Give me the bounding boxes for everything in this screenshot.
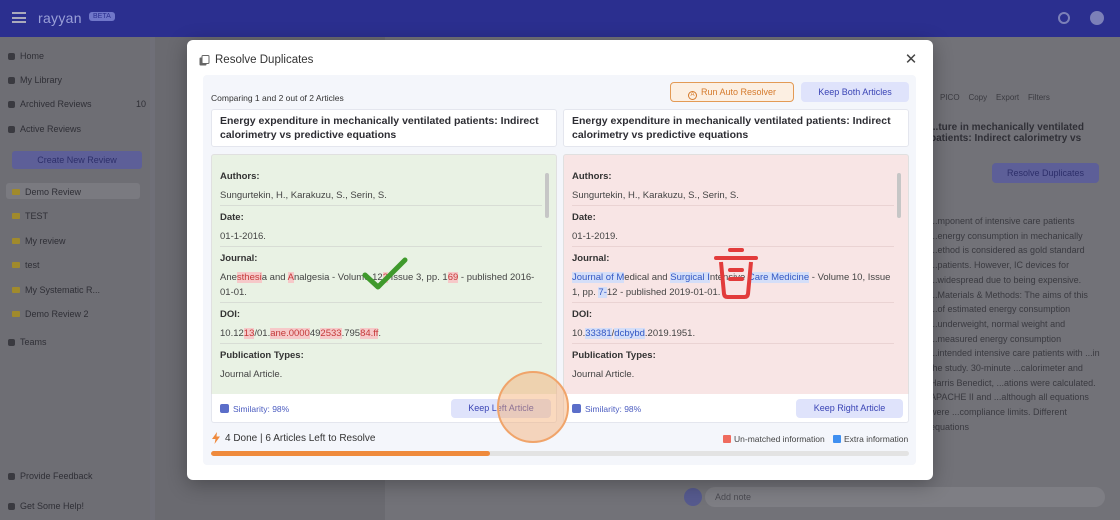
publication-types-field: Publication Types: Journal Article. xyxy=(220,350,304,380)
sidebar-item-feedback[interactable]: Provide Feedback xyxy=(8,471,93,481)
archive-icon xyxy=(8,101,15,108)
legend-extra: Extra information xyxy=(833,434,908,444)
menu-icon[interactable] xyxy=(12,12,26,23)
ai-icon: A xyxy=(687,91,697,100)
sidebar: Home My Library Archived Reviews 10 Activ… xyxy=(0,37,150,520)
check-icon xyxy=(362,257,408,290)
sidebar-item-active[interactable]: Active Reviews xyxy=(8,124,81,134)
duplicate-icon xyxy=(199,55,210,66)
library-icon xyxy=(8,77,15,84)
sidebar-item-help[interactable]: Get Some Help! xyxy=(8,501,84,511)
authors-field: Authors: Sungurtekin, H., Karakuzu, S., … xyxy=(572,171,739,201)
copy-button[interactable]: Copy xyxy=(968,93,987,102)
divider xyxy=(220,343,542,344)
similarity-score: Similarity: 98% xyxy=(585,404,642,414)
sidebar-item-teams[interactable]: Teams xyxy=(8,337,47,347)
folder-icon xyxy=(12,238,20,244)
right-article-title: Energy expenditure in mechanically venti… xyxy=(563,109,909,147)
folder-icon xyxy=(12,189,20,195)
filters-button[interactable]: Filters xyxy=(1028,93,1050,102)
progress-row: 4 Done | 6 Articles Left to Resolve Un-m… xyxy=(211,431,911,447)
gear-icon[interactable] xyxy=(1058,12,1070,24)
sidebar-item-home[interactable]: Home xyxy=(8,51,44,61)
sidebar-item-library[interactable]: My Library xyxy=(8,75,62,85)
doi-field: DOI: 10.1213/01.ane.0000492533.79584.ff. xyxy=(220,309,382,339)
similarity-icon xyxy=(220,404,229,413)
beta-badge: BETA xyxy=(89,12,115,21)
folder-icon xyxy=(12,262,20,268)
sidebar-review-item[interactable]: TEST xyxy=(12,211,48,221)
folder-icon xyxy=(12,213,20,219)
date-field: Date: 01-1-2016. xyxy=(220,212,266,242)
divider xyxy=(220,205,542,206)
scrollbar[interactable] xyxy=(897,173,901,218)
modal-header: Resolve Duplicates ✕ xyxy=(187,40,933,80)
authors-field: Authors: Sungurtekin, H., Karakuzu, S., … xyxy=(220,171,387,201)
legend-unmatched: Un-matched information xyxy=(723,434,825,444)
right-article-footer: Similarity: 98% Keep Right Article xyxy=(563,394,909,423)
home-icon xyxy=(8,53,15,60)
sidebar-item-archived[interactable]: Archived Reviews 10 xyxy=(8,99,146,109)
top-bar: rayyan BETA xyxy=(0,0,1120,37)
divider xyxy=(220,246,542,247)
publication-types-field: Publication Types: Journal Article. xyxy=(572,350,656,380)
divider xyxy=(220,302,542,303)
lightning-icon xyxy=(212,432,220,444)
progress-bar xyxy=(211,451,909,456)
feedback-icon xyxy=(8,473,15,480)
note-input[interactable]: Add note xyxy=(705,487,1105,507)
article-title: ...ture in mechanically ventilated patie… xyxy=(930,122,1084,144)
sidebar-review-item[interactable]: Demo Review xyxy=(12,187,81,197)
close-icon[interactable]: ✕ xyxy=(903,52,919,68)
progress-bar-fill xyxy=(211,451,491,456)
click-indicator xyxy=(497,371,569,443)
divider xyxy=(572,302,894,303)
export-button[interactable]: Export xyxy=(996,93,1019,102)
sidebar-review-item[interactable]: test xyxy=(12,260,40,270)
scrollbar[interactable] xyxy=(545,173,549,218)
toolbar: PICO Copy Export Filters xyxy=(940,93,1050,102)
similarity-icon xyxy=(572,404,581,413)
user-avatar[interactable] xyxy=(1090,11,1104,25)
keep-both-button[interactable]: Keep Both Articles xyxy=(801,82,909,102)
pico-button[interactable]: PICO xyxy=(940,93,960,102)
progress-status: 4 Done | 6 Articles Left to Resolve xyxy=(225,433,376,444)
teams-icon xyxy=(8,339,15,346)
create-review-button[interactable]: Create New Review xyxy=(12,151,142,169)
folder-icon xyxy=(8,126,15,133)
abstract-text: ...mponent of intensive care patients ..… xyxy=(930,216,1100,432)
avatar xyxy=(684,488,702,506)
divider xyxy=(572,205,894,206)
modal-title: Resolve Duplicates xyxy=(215,54,314,66)
comparing-status: Comparing 1 and 2 out of 2 Articles xyxy=(211,93,344,103)
sidebar-review-item[interactable]: Demo Review 2 xyxy=(12,309,89,319)
folder-icon xyxy=(12,287,20,293)
unmatched-swatch xyxy=(723,435,731,443)
resolve-duplicates-button[interactable]: Resolve Duplicates xyxy=(992,163,1099,183)
trash-icon xyxy=(714,248,758,299)
app-logo: rayyan xyxy=(38,10,82,26)
extra-swatch xyxy=(833,435,841,443)
left-article-title: Energy expenditure in mechanically venti… xyxy=(211,109,557,147)
doi-field: DOI: 10.33381/dcbybd.2019.1951. xyxy=(572,309,696,339)
sidebar-review-item[interactable]: My review xyxy=(12,236,66,246)
sidebar-review-item[interactable]: My Systematic R... xyxy=(12,285,100,295)
keep-right-button[interactable]: Keep Right Article xyxy=(796,399,903,418)
date-field: Date: 01-1-2019. xyxy=(572,212,618,242)
help-icon xyxy=(8,503,15,510)
folder-icon xyxy=(12,311,20,317)
run-auto-resolver-button[interactable]: A Run Auto Resolver xyxy=(670,82,794,102)
divider xyxy=(572,343,894,344)
similarity-score: Similarity: 98% xyxy=(233,404,290,414)
